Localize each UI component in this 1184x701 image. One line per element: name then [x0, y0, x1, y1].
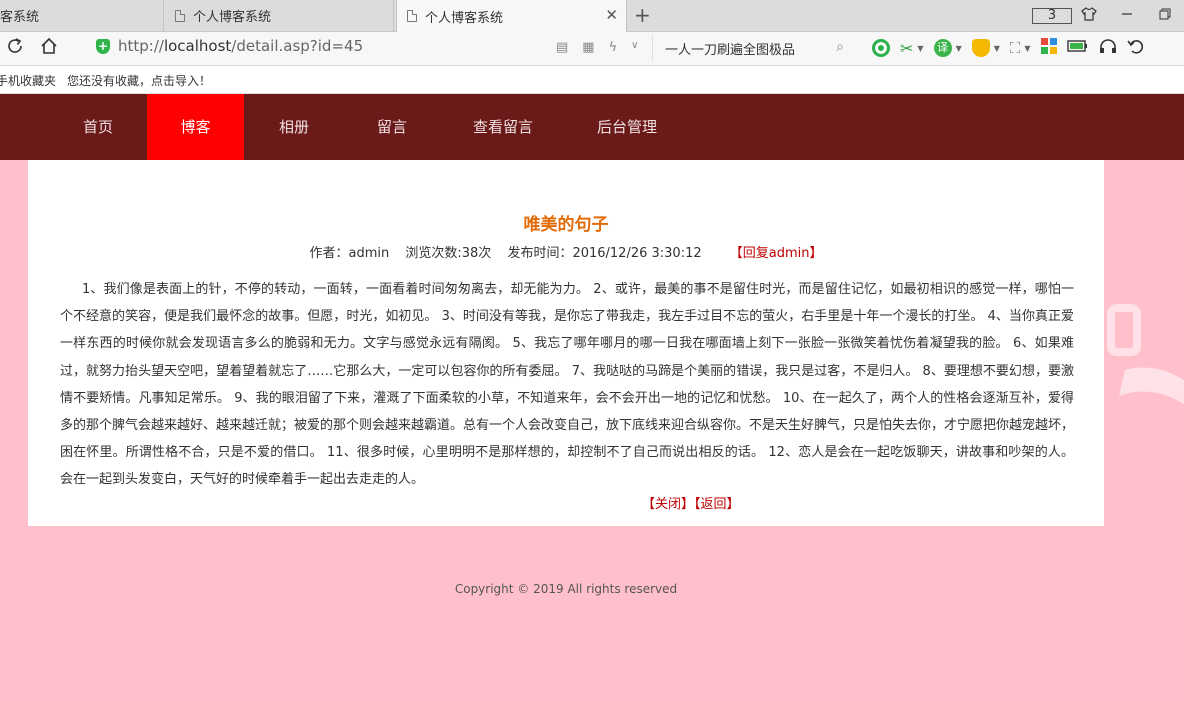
favorites-bar: 手机收藏夹 您还没有收藏，点击导入！	[0, 66, 1184, 94]
headphones-icon[interactable]	[1099, 38, 1117, 58]
chevron-down-icon[interactable]: ▼	[994, 44, 1000, 53]
article-views: 浏览次数:38次	[405, 246, 492, 261]
mobile-favorites-link[interactable]: 手机收藏夹	[0, 72, 56, 89]
search-suggestion: 一人一刀刷遍全图极品	[665, 42, 796, 58]
address-tools: ▤ ▦ ϟ ∨	[556, 40, 639, 55]
skin-icon[interactable]	[1070, 6, 1108, 25]
article-published: 发布时间：2016/12/26 3:30:12	[507, 246, 702, 261]
browser-tab[interactable]: 个人博客系统	[165, 0, 394, 31]
translate-extension-icon[interactable]: 译	[933, 39, 952, 57]
qr-code-icon[interactable]: ▦	[582, 40, 594, 55]
green-circle-extension-icon[interactable]	[872, 39, 890, 57]
page-icon	[175, 9, 185, 22]
nav-item-message[interactable]: 留言	[358, 94, 426, 160]
url-path: /detail.asp?id=45	[231, 37, 364, 55]
lightning-icon[interactable]: ϟ	[609, 40, 618, 55]
article-actions: 【关闭】【返回】	[642, 493, 740, 512]
nav-item-blog[interactable]: 博客	[147, 94, 244, 160]
article-author: 作者：admin	[309, 246, 390, 261]
article-title: 唯美的句子	[523, 215, 609, 235]
browser-tab-strip: 客系统 个人博客系统 个人博客系统 ✕ + 3	[0, 0, 1184, 32]
nav-item-album[interactable]: 相册	[260, 94, 328, 160]
import-favorites-link[interactable]: 您还没有收藏，点击导入！	[67, 72, 211, 89]
back-link[interactable]: 【返回】	[694, 497, 740, 512]
chevron-down-icon[interactable]: ▼	[956, 44, 962, 53]
screenshot-icon[interactable]: ⛶	[1010, 39, 1021, 57]
footer-copyright: Copyright © 2019 All rights reserved	[454, 582, 678, 596]
home-icon[interactable]	[40, 37, 58, 60]
new-tab-button[interactable]: +	[634, 4, 651, 26]
close-link[interactable]: 【关闭】	[642, 497, 694, 512]
url-host: localhost	[163, 37, 232, 55]
tab-label: 个人博客系统	[425, 10, 504, 26]
refresh-icon[interactable]	[6, 37, 24, 60]
search-icon[interactable]: ⌕	[836, 39, 844, 55]
article-body: 1、我们像是表面上的针，不停的转动，一面转，一面看着时间匆匆离去，却无能为力。 …	[60, 282, 1075, 488]
reply-link[interactable]: 【回复admin】	[730, 246, 823, 261]
minimize-icon[interactable]	[1108, 8, 1146, 24]
chevron-down-icon[interactable]: ▼	[917, 44, 923, 53]
chevron-down-icon[interactable]: ∨	[631, 40, 638, 55]
chevron-down-icon[interactable]: ▼	[1024, 44, 1030, 53]
tab-label: 个人博客系统	[193, 10, 272, 25]
article-card: 唯美的句子 作者：admin 浏览次数:38次 发布时间：2016/12/26 …	[28, 160, 1104, 526]
tab-label: 客系统	[0, 10, 40, 25]
undo-icon[interactable]	[1126, 38, 1143, 58]
badge-extension-icon[interactable]	[971, 39, 990, 57]
scissors-icon[interactable]: ✂	[900, 39, 913, 58]
window-controls: 3	[1032, 0, 1184, 31]
battery-icon[interactable]	[1066, 39, 1089, 57]
extension-bar: ✂ ▼ 译 ▼ ▼ ⛶ ▼	[872, 38, 1143, 58]
secure-shield-icon: +	[96, 38, 110, 54]
browser-tab[interactable]: 客系统	[0, 0, 164, 31]
tab-count-button[interactable]: 3	[1032, 7, 1072, 24]
apps-grid-icon[interactable]	[1040, 38, 1057, 58]
article-meta: 作者：admin 浏览次数:38次 发布时间：2016/12/26 3:30:1…	[28, 242, 1104, 261]
search-box[interactable]: 一人一刀刷遍全图极品 ⌕	[652, 35, 848, 61]
page-icon	[407, 10, 417, 22]
url-field[interactable]: + http://localhost/detail.asp?id=45	[96, 37, 363, 55]
reader-mode-icon[interactable]: ▤	[556, 40, 568, 55]
url-prefix: http://	[118, 37, 164, 55]
nav-item-home[interactable]: 首页	[64, 94, 132, 160]
watermark-logo	[1107, 304, 1184, 404]
nav-item-admin[interactable]: 后台管理	[582, 94, 672, 160]
address-toolbar: + http://localhost/detail.asp?id=45 ▤ ▦ …	[0, 32, 1184, 66]
site-nav: 首页 博客 相册 留言 查看留言 后台管理	[0, 94, 1184, 160]
browser-tab-active[interactable]: 个人博客系统 ✕	[396, 0, 627, 32]
restore-icon[interactable]	[1146, 8, 1184, 24]
close-tab-icon[interactable]: ✕	[605, 7, 618, 23]
nav-item-view-messages[interactable]: 查看留言	[458, 94, 548, 160]
